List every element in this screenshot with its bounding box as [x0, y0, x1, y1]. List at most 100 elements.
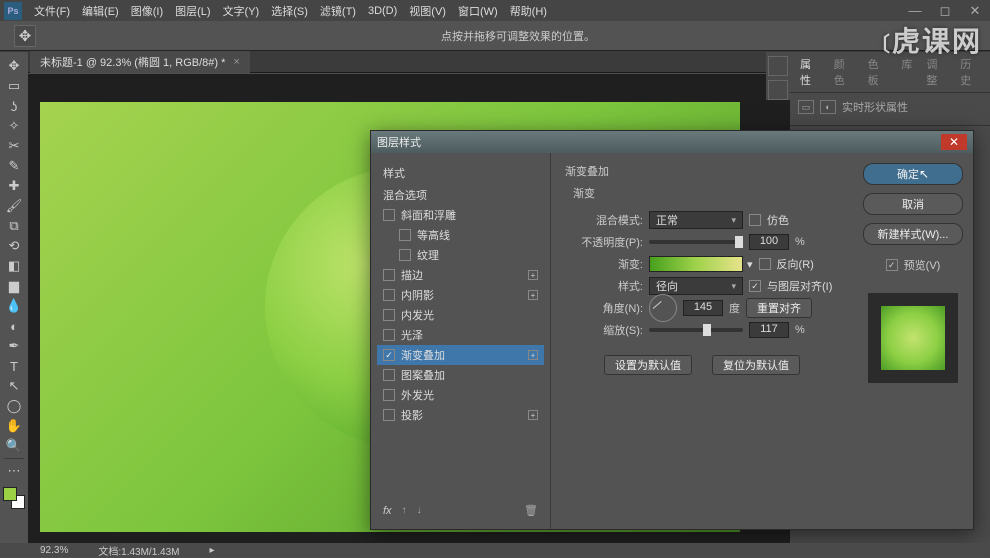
- menu-help[interactable]: 帮助(H): [504, 0, 553, 22]
- move-tool-icon[interactable]: ✥: [2, 56, 26, 76]
- gradient-tool-icon[interactable]: ▆: [2, 276, 26, 296]
- menu-select[interactable]: 选择(S): [265, 0, 314, 22]
- window-restore-icon[interactable]: ◻: [930, 0, 960, 21]
- angle-value[interactable]: 145: [683, 300, 723, 316]
- blending-options[interactable]: 混合选项: [377, 185, 544, 205]
- menu-layer[interactable]: 图层(L): [169, 0, 216, 22]
- style-inner-glow[interactable]: 内发光: [377, 305, 544, 325]
- dodge-tool-icon[interactable]: ◐: [2, 316, 26, 336]
- style-label: 样式:: [565, 278, 643, 294]
- history-brush-icon[interactable]: ⟲: [2, 236, 26, 256]
- window-close-icon[interactable]: ✕: [960, 0, 990, 21]
- dialog-close-icon[interactable]: ✕: [941, 134, 967, 150]
- color-swatches[interactable]: [3, 487, 25, 509]
- move-tool-icon[interactable]: ✥: [14, 25, 36, 47]
- reset-default-button[interactable]: 复位为默认值: [712, 355, 800, 375]
- window-minimize-icon[interactable]: —: [900, 0, 930, 21]
- panel-tab-history[interactable]: 历史: [956, 55, 984, 89]
- doc-size[interactable]: 文档:1.43M/1.43M: [98, 543, 179, 558]
- style-bevel[interactable]: 斜面和浮雕: [377, 205, 544, 225]
- style-gradient-overlay[interactable]: 渐变叠加+: [377, 345, 544, 365]
- fx-down-icon[interactable]: ↓: [417, 505, 422, 516]
- eraser-tool-icon[interactable]: ◧: [2, 256, 26, 276]
- style-contour[interactable]: 等高线: [377, 225, 544, 245]
- document-tab[interactable]: 未标题-1 @ 92.3% (椭圆 1, RGB/8#) * ×: [30, 51, 250, 73]
- tab-close-icon[interactable]: ×: [233, 56, 239, 68]
- panel-tab-swatches[interactable]: 色板: [864, 55, 892, 89]
- fx-label[interactable]: fx: [383, 505, 392, 517]
- style-inner-shadow[interactable]: 内阴影+: [377, 285, 544, 305]
- fx-up-icon[interactable]: ↑: [402, 505, 407, 516]
- make-default-button[interactable]: 设置为默认值: [604, 355, 692, 375]
- align-checkbox[interactable]: [749, 280, 761, 292]
- angle-dial[interactable]: [649, 294, 677, 322]
- scale-value[interactable]: 117: [749, 322, 789, 338]
- marquee-tool-icon[interactable]: ▭: [2, 76, 26, 96]
- hand-tool-icon[interactable]: ✋: [2, 416, 26, 436]
- heal-tool-icon[interactable]: ✚: [2, 176, 26, 196]
- menu-type[interactable]: 文字(Y): [217, 0, 266, 22]
- style-drop-shadow[interactable]: 投影+: [377, 405, 544, 425]
- panel-tab-libraries[interactable]: 库: [897, 55, 916, 89]
- reverse-checkbox[interactable]: [759, 258, 771, 270]
- pen-tool-icon[interactable]: ✒: [2, 336, 26, 356]
- style-stroke[interactable]: 描边+: [377, 265, 544, 285]
- style-outer-glow[interactable]: 外发光: [377, 385, 544, 405]
- lasso-tool-icon[interactable]: ʖ: [2, 96, 26, 116]
- menu-3d[interactable]: 3D(D): [362, 2, 403, 20]
- menu-filter[interactable]: 滤镜(T): [314, 0, 362, 22]
- style-texture[interactable]: 纹理: [377, 245, 544, 265]
- stamp-tool-icon[interactable]: ⧉: [2, 216, 26, 236]
- status-chevron-icon[interactable]: ▸: [210, 545, 215, 556]
- style-satin[interactable]: 光泽: [377, 325, 544, 345]
- panel-tab-color[interactable]: 颜色: [830, 55, 858, 89]
- zoom-tool-icon[interactable]: 🔍: [2, 436, 26, 456]
- mask-prop-icon[interactable]: ◐: [820, 100, 836, 114]
- foreground-swatch[interactable]: [3, 487, 17, 501]
- panel-tab-properties[interactable]: 属性: [796, 55, 824, 89]
- styles-header[interactable]: 样式: [377, 161, 544, 185]
- scale-slider[interactable]: [649, 328, 743, 332]
- cancel-button[interactable]: 取消: [863, 193, 963, 215]
- style-pattern-overlay[interactable]: 图案叠加: [377, 365, 544, 385]
- menu-edit[interactable]: 编辑(E): [76, 0, 125, 22]
- preview-checkbox[interactable]: [886, 259, 898, 271]
- ok-button[interactable]: 确定↖: [863, 163, 963, 185]
- wand-tool-icon[interactable]: ✧: [2, 116, 26, 136]
- status-bar: 92.3% 文档:1.43M/1.43M ▸: [0, 543, 990, 557]
- reverse-label: 反向(R): [777, 256, 814, 272]
- dither-checkbox[interactable]: [749, 214, 761, 226]
- menu-file[interactable]: 文件(F): [28, 0, 76, 22]
- opacity-slider[interactable]: [649, 240, 743, 244]
- zoom-level[interactable]: 92.3%: [40, 545, 68, 556]
- path-tool-icon[interactable]: ↖: [2, 376, 26, 396]
- preview-label: 预览(V): [904, 257, 941, 273]
- watermark: 〔虎课网: [870, 20, 982, 60]
- menu-image[interactable]: 图像(I): [125, 0, 169, 22]
- menu-window[interactable]: 窗口(W): [452, 0, 504, 22]
- trash-icon[interactable]: 🗑: [524, 504, 538, 517]
- edit-toolbar-icon[interactable]: ⋯: [2, 461, 26, 481]
- opacity-value[interactable]: 100: [749, 234, 789, 250]
- reset-align-button[interactable]: 重置对齐: [746, 298, 812, 318]
- eyedropper-tool-icon[interactable]: ✎: [2, 156, 26, 176]
- menu-view[interactable]: 视图(V): [403, 0, 452, 22]
- new-style-button[interactable]: 新建样式(W)...: [863, 223, 963, 245]
- style-select[interactable]: 径向▾: [649, 277, 743, 295]
- shape-prop-icon[interactable]: ▭: [798, 100, 814, 114]
- gradient-picker[interactable]: [649, 256, 743, 272]
- chevron-down-icon[interactable]: ▾: [747, 258, 753, 271]
- dialog-titlebar[interactable]: 图层样式 ✕: [371, 131, 973, 153]
- layer-style-dialog: 图层样式 ✕ 样式 混合选项 斜面和浮雕 等高线 纹理 描边+ 内阴影+ 内发光…: [370, 130, 974, 530]
- shape-tool-icon[interactable]: ◯: [2, 396, 26, 416]
- type-tool-icon[interactable]: T: [2, 356, 26, 376]
- crop-tool-icon[interactable]: ✂: [2, 136, 26, 156]
- dock-icon[interactable]: [768, 56, 788, 76]
- dither-label: 仿色: [767, 212, 789, 228]
- blur-tool-icon[interactable]: 💧: [2, 296, 26, 316]
- blend-mode-select[interactable]: 正常▾: [649, 211, 743, 229]
- dock-icon[interactable]: [768, 80, 788, 100]
- brush-tool-icon[interactable]: 🖌: [2, 196, 26, 216]
- properties-title: 实时形状属性: [842, 99, 908, 115]
- panel-tab-adjust[interactable]: 调整: [922, 55, 950, 89]
